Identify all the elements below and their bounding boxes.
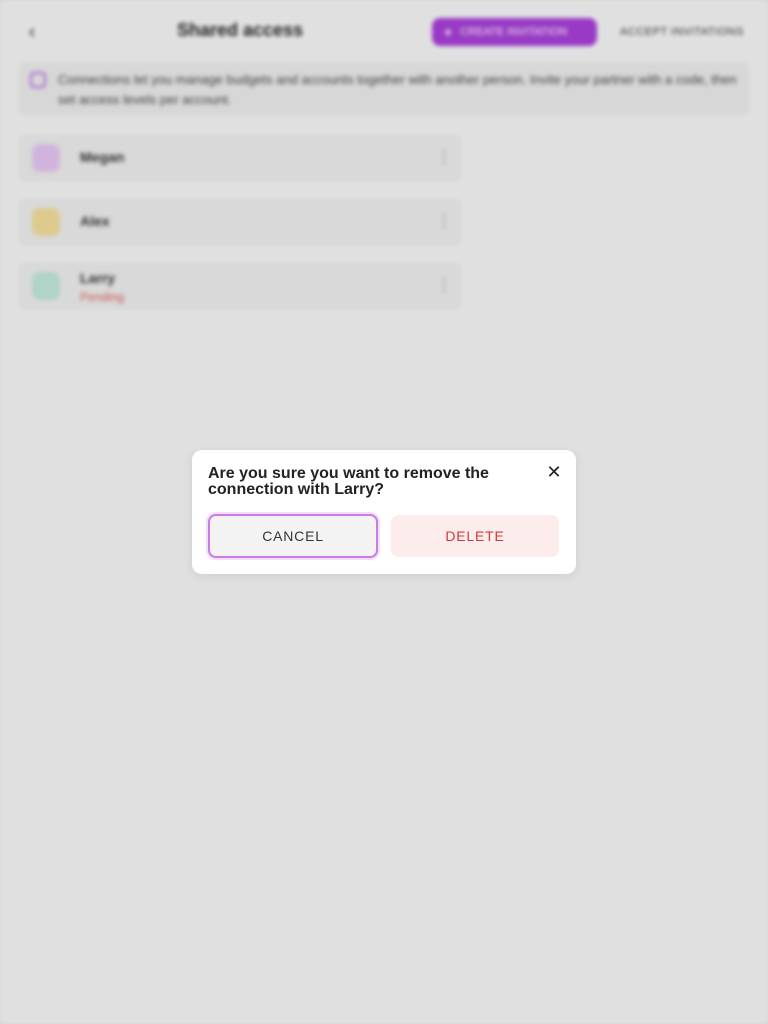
cancel-button[interactable]: CANCEL xyxy=(208,514,378,558)
confirm-remove-dialog: Are you sure you want to remove the conn… xyxy=(192,450,576,574)
close-icon: ✕ xyxy=(546,462,562,482)
close-button[interactable]: ✕ xyxy=(544,462,564,482)
delete-button[interactable]: DELETE xyxy=(391,515,559,557)
dialog-message: Are you sure you want to remove the conn… xyxy=(208,465,489,498)
